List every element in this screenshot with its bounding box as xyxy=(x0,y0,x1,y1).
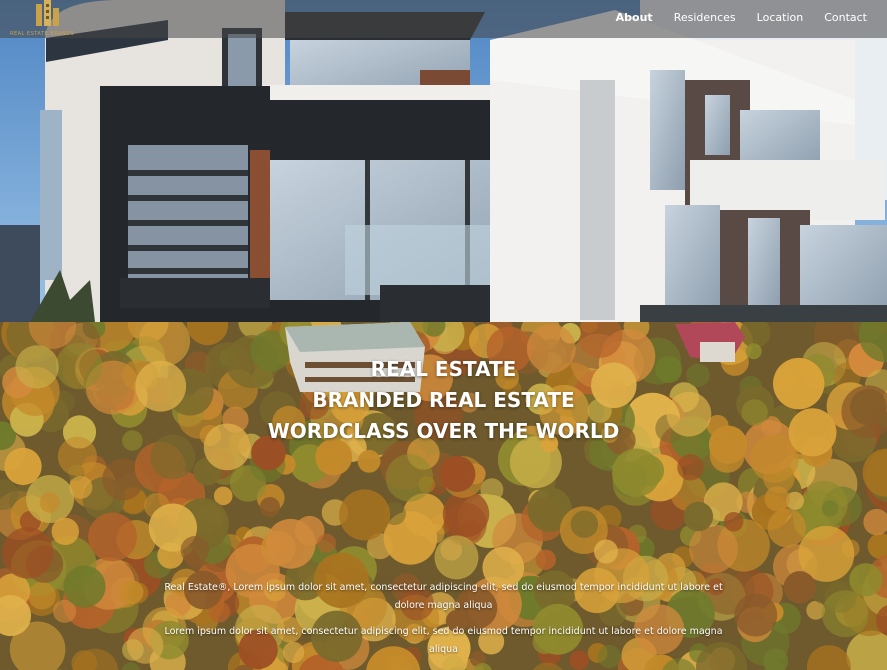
secondary-paragraph: Lorem ipsum dolor sit amet, consectetur … xyxy=(164,626,723,655)
brand-name: REAL ESTATE BRANDS xyxy=(10,31,75,37)
nav-about[interactable]: About xyxy=(616,11,653,24)
intro-paragraph: Real Estate®, Lorem ipsum dolor sit amet… xyxy=(164,582,723,611)
nav-location[interactable]: Location xyxy=(757,11,804,24)
hero-headline: REAL ESTATE BRANDED REAL ESTATE WORDCLAS… xyxy=(0,354,887,447)
headline-line-2: BRANDED REAL ESTATE xyxy=(312,388,575,412)
top-navbar: REAL ESTATE BRANDS About Residences Loca… xyxy=(0,0,887,38)
nav-residences[interactable]: Residences xyxy=(674,11,736,24)
headline-line-3: WORDCLASS OVER THE WORLD xyxy=(267,419,620,443)
nav-contact[interactable]: Contact xyxy=(824,11,867,24)
hero-house-photo xyxy=(0,0,887,322)
headline-line-1: REAL ESTATE xyxy=(370,357,517,381)
main-nav: About Residences Location Contact xyxy=(616,11,867,24)
